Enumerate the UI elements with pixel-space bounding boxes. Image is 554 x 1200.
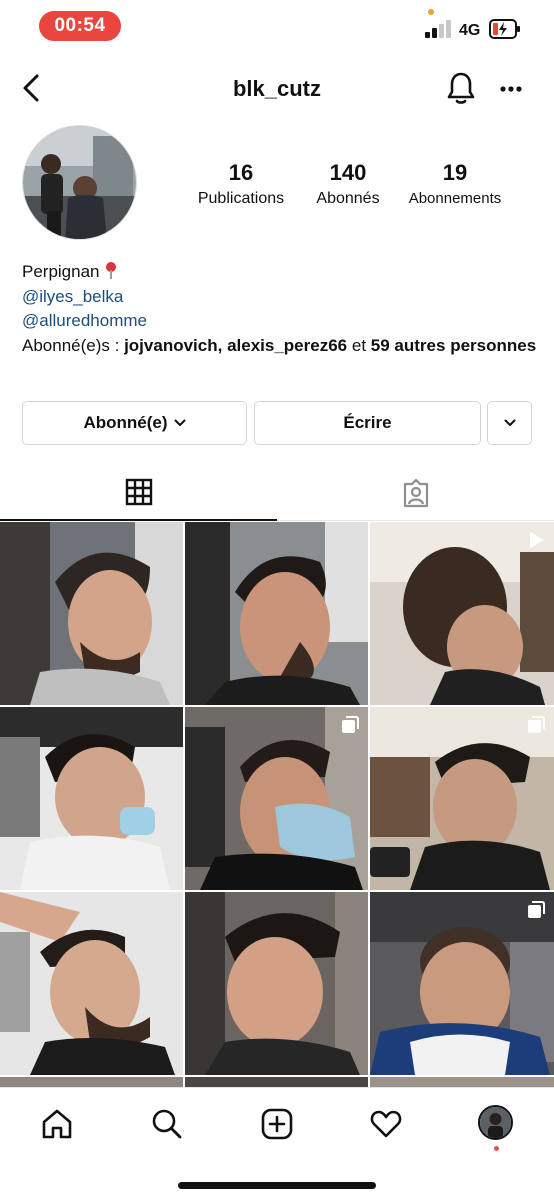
profile-avatar-photo xyxy=(480,1107,511,1138)
activity-icon xyxy=(370,1110,402,1138)
status-bar: 00:54 4G xyxy=(0,0,554,54)
more-icon[interactable] xyxy=(496,74,526,104)
avatar-photo xyxy=(23,126,136,239)
posts-label: Publications xyxy=(197,190,285,207)
tagged-icon xyxy=(403,478,428,507)
nav-home[interactable] xyxy=(37,1104,77,1144)
grid-post[interactable] xyxy=(370,1077,554,1087)
video-icon xyxy=(530,532,544,548)
grid-post[interactable] xyxy=(370,522,554,705)
profile-tabs xyxy=(0,465,554,521)
home-indicator xyxy=(178,1182,376,1189)
bio-link-ilyes[interactable]: @ilyes_belka xyxy=(22,287,123,306)
post-photo xyxy=(185,522,368,705)
bio-location: Perpignan xyxy=(22,262,100,281)
chevron-down-icon xyxy=(174,419,186,426)
message-button[interactable]: Écrire xyxy=(254,401,481,445)
followers-count: 140 xyxy=(329,160,367,185)
post-photo xyxy=(0,707,183,890)
bio-location-line: Perpignan xyxy=(22,260,537,285)
following-button-label: Abonné(e) xyxy=(83,413,168,432)
followed-by-others-end: personnes xyxy=(450,335,537,355)
battery-icon xyxy=(489,19,520,39)
post-photo xyxy=(370,1077,554,1087)
grid-icon xyxy=(125,478,152,506)
nav-create[interactable] xyxy=(257,1104,297,1144)
suggested-accounts-button[interactable] xyxy=(487,401,532,445)
followed-by-prefix: Abonné(e)s : xyxy=(22,335,120,355)
stat-followers[interactable]: 140 Abonnés xyxy=(304,160,392,208)
create-icon xyxy=(261,1108,293,1140)
grid-post[interactable] xyxy=(370,892,554,1075)
carousel-icon xyxy=(528,716,545,733)
bell-icon[interactable] xyxy=(445,70,477,106)
privacy-indicator-dot xyxy=(428,9,434,15)
nav-activity[interactable] xyxy=(366,1104,406,1144)
followers-label: Abonnés xyxy=(316,190,380,207)
followed-by-user2: alexis_perez66 xyxy=(227,335,348,355)
grid-post[interactable] xyxy=(0,1077,183,1087)
posts-grid xyxy=(0,522,554,1087)
chevron-down-icon xyxy=(504,419,515,426)
post-photo xyxy=(185,892,368,1075)
grid-post[interactable] xyxy=(185,1077,368,1087)
search-icon xyxy=(152,1109,182,1139)
bio-link-alluredhomme[interactable]: @alluredhomme xyxy=(22,311,147,330)
following-label: Abonnements xyxy=(408,190,502,207)
message-button-label: Écrire xyxy=(343,413,392,432)
following-button[interactable]: Abonné(e) xyxy=(22,401,247,445)
carousel-icon xyxy=(342,716,359,733)
grid-post[interactable] xyxy=(370,707,554,890)
grid-post[interactable] xyxy=(0,707,183,890)
post-photo xyxy=(0,522,183,705)
followed-by-user1: jojvanovich xyxy=(124,335,218,355)
grid-post[interactable] xyxy=(0,892,183,1075)
stat-posts[interactable]: 16 Publications xyxy=(188,160,294,208)
profile-username: blk_cutz xyxy=(232,76,322,101)
pin-icon xyxy=(105,262,116,279)
grid-post[interactable] xyxy=(185,707,368,890)
nav-search[interactable] xyxy=(147,1104,187,1144)
grid-post[interactable] xyxy=(185,892,368,1075)
profile-avatar[interactable] xyxy=(22,125,137,240)
tab-tagged[interactable] xyxy=(277,465,554,521)
stat-following[interactable]: 19 Abonnements xyxy=(402,160,508,207)
followed-by-and: et xyxy=(351,335,367,355)
followed-by-others: 59 autres xyxy=(370,335,446,355)
home-icon xyxy=(42,1109,72,1139)
grid-post[interactable] xyxy=(0,522,183,705)
tab-grid[interactable] xyxy=(0,465,277,521)
following-count: 19 xyxy=(442,160,468,185)
notification-dot xyxy=(494,1146,499,1151)
nav-profile-avatar[interactable] xyxy=(478,1105,513,1140)
carousel-icon xyxy=(528,901,545,918)
signal-icon xyxy=(425,20,453,38)
post-photo xyxy=(185,1077,368,1087)
followed-by-separator: , xyxy=(217,335,223,355)
followed-by-text[interactable]: Abonné(e)s : jojvanovich, alexis_perez66… xyxy=(22,334,537,359)
back-icon[interactable] xyxy=(18,70,46,106)
posts-count: 16 xyxy=(228,160,254,185)
profile-header: blk_cutz xyxy=(0,62,554,116)
grid-post[interactable] xyxy=(185,522,368,705)
status-time: 00:54 xyxy=(39,11,121,41)
network-label: 4G xyxy=(459,22,481,39)
profile-bio: Perpignan @ilyes_belka @alluredhomme Abo… xyxy=(22,260,537,358)
post-photo xyxy=(0,892,183,1075)
post-photo xyxy=(0,1077,183,1087)
